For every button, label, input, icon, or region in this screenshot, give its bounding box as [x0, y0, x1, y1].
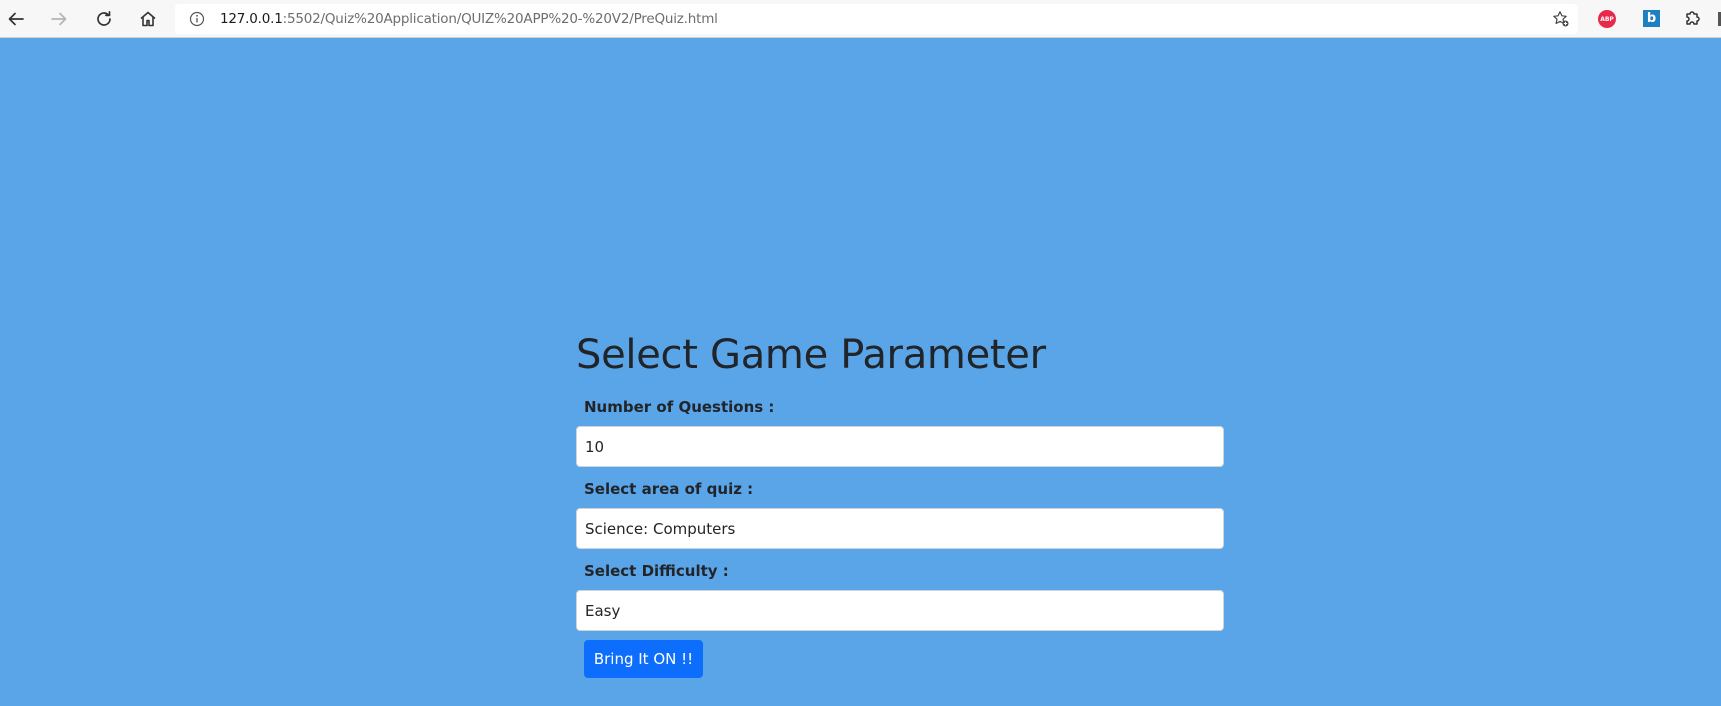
- difficulty-label: Select Difficulty :: [584, 562, 729, 580]
- address-path: :5502/Quiz%20Application/QUIZ%20APP%20-%…: [282, 11, 718, 27]
- difficulty-select[interactable]: Easy: [576, 590, 1224, 631]
- difficulty-value: Easy: [585, 601, 621, 620]
- back-icon[interactable]: [1, 4, 31, 34]
- favorite-star-icon[interactable]: [1552, 10, 1570, 33]
- bing-extension-icon[interactable]: b: [1643, 10, 1660, 27]
- info-icon[interactable]: [189, 11, 205, 32]
- quiz-area-value: Science: Computers: [585, 519, 736, 538]
- home-icon[interactable]: [133, 4, 163, 34]
- start-quiz-button[interactable]: Bring It ON !!: [584, 640, 703, 678]
- questions-count-label: Number of Questions :: [584, 398, 775, 416]
- questions-count-input[interactable]: 10: [576, 426, 1224, 467]
- address-url: 127.0.0.1:5502/Quiz%20Application/QUIZ%2…: [220, 11, 718, 27]
- address-bar[interactable]: 127.0.0.1:5502/Quiz%20Application/QUIZ%2…: [175, 4, 1578, 34]
- adblock-extension-icon[interactable]: ABP: [1598, 10, 1616, 28]
- reload-icon[interactable]: [89, 4, 119, 34]
- extensions-puzzle-icon[interactable]: [1683, 8, 1703, 33]
- quiz-area-label: Select area of quiz :: [584, 480, 754, 498]
- address-host: 127.0.0.1: [220, 11, 283, 27]
- questions-count-value: 10: [585, 437, 605, 456]
- quiz-area-select[interactable]: Science: Computers: [576, 508, 1224, 549]
- game-parameter-form: Select Game Parameter Number of Question…: [576, 322, 1224, 678]
- browser-toolbar: 127.0.0.1:5502/Quiz%20Application/QUIZ%2…: [0, 0, 1721, 38]
- forward-icon[interactable]: [44, 4, 74, 34]
- page-title: Select Game Parameter: [576, 332, 1046, 378]
